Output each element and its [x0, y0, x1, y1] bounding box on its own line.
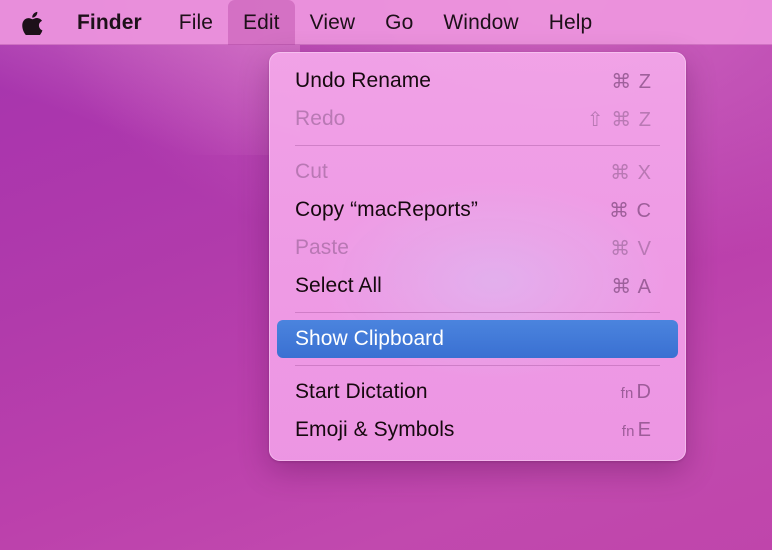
menu-item-shortcut: ⇧ ⌘ Z [587, 107, 652, 132]
menu-item-shortcut: ⌘ A [611, 274, 652, 299]
menu-separator [295, 312, 660, 313]
menu-item-emoji-symbols[interactable]: Emoji & Symbols fnE [277, 411, 678, 449]
apple-logo-icon [22, 10, 43, 35]
menu-item-shortcut: fnD [621, 381, 652, 404]
menu-item-shortcut: fnE [622, 419, 652, 442]
menu-item-label: Redo [295, 107, 345, 131]
menu-bar-item-edit[interactable]: Edit [228, 0, 295, 45]
menu-bar-item-help[interactable]: Help [534, 0, 608, 45]
menu-bar-item-label: File [179, 11, 213, 35]
menu-bar-item-label: Window [443, 11, 518, 35]
menu-bar-item-label: Help [549, 11, 593, 35]
menu-item-shortcut-key: D [637, 381, 652, 403]
menu-bar: Finder File Edit View Go Window Help [0, 0, 772, 45]
menu-item-select-all[interactable]: Select All ⌘ A [277, 267, 678, 305]
menu-item-copy[interactable]: Copy “macReports” ⌘ C [277, 191, 678, 229]
menu-bar-item-label: Go [385, 11, 413, 35]
menu-item-label: Undo Rename [295, 69, 431, 93]
menu-separator [295, 145, 660, 146]
menu-item-label: Select All [295, 274, 382, 298]
menu-item-label: Paste [295, 236, 349, 260]
menu-bar-item-go[interactable]: Go [370, 0, 428, 45]
menu-item-shortcut: ⌘ X [610, 160, 652, 185]
menu-bar-app-name[interactable]: Finder [59, 0, 164, 45]
menu-item-shortcut: ⌘ Z [611, 69, 652, 94]
apple-menu-button[interactable] [0, 0, 59, 45]
menu-item-label: Show Clipboard [295, 327, 444, 351]
menu-item-label: Copy “macReports” [295, 198, 478, 222]
menu-item-cut[interactable]: Cut ⌘ X [277, 153, 678, 191]
menu-bar-item-label: View [310, 11, 356, 35]
menu-bar-item-file[interactable]: File [164, 0, 228, 45]
menu-item-redo[interactable]: Redo ⇧ ⌘ Z [277, 100, 678, 138]
menu-item-start-dictation[interactable]: Start Dictation fnD [277, 373, 678, 411]
menu-item-undo-rename[interactable]: Undo Rename ⌘ Z [277, 62, 678, 100]
desktop-wallpaper: Finder File Edit View Go Window Help Und… [0, 0, 772, 550]
menu-item-paste[interactable]: Paste ⌘ V [277, 229, 678, 267]
menu-item-label: Emoji & Symbols [295, 418, 454, 442]
menu-item-shortcut-modifier: fn [622, 423, 635, 440]
menu-bar-item-label: Edit [243, 11, 280, 35]
menu-bar-item-view[interactable]: View [295, 0, 371, 45]
menu-item-shortcut-key: E [638, 419, 652, 441]
menu-separator [295, 365, 660, 366]
menu-item-shortcut: ⌘ V [610, 236, 652, 261]
menu-bar-app-name-label: Finder [77, 11, 142, 35]
menu-bar-item-window[interactable]: Window [428, 0, 533, 45]
menu-item-shortcut-modifier: fn [621, 385, 634, 402]
menu-item-label: Start Dictation [295, 380, 428, 404]
edit-menu-dropdown: Undo Rename ⌘ Z Redo ⇧ ⌘ Z Cut ⌘ X Copy … [269, 52, 686, 461]
menu-item-show-clipboard[interactable]: Show Clipboard [277, 320, 678, 358]
menu-item-shortcut: ⌘ C [609, 198, 652, 223]
menu-item-label: Cut [295, 160, 328, 184]
